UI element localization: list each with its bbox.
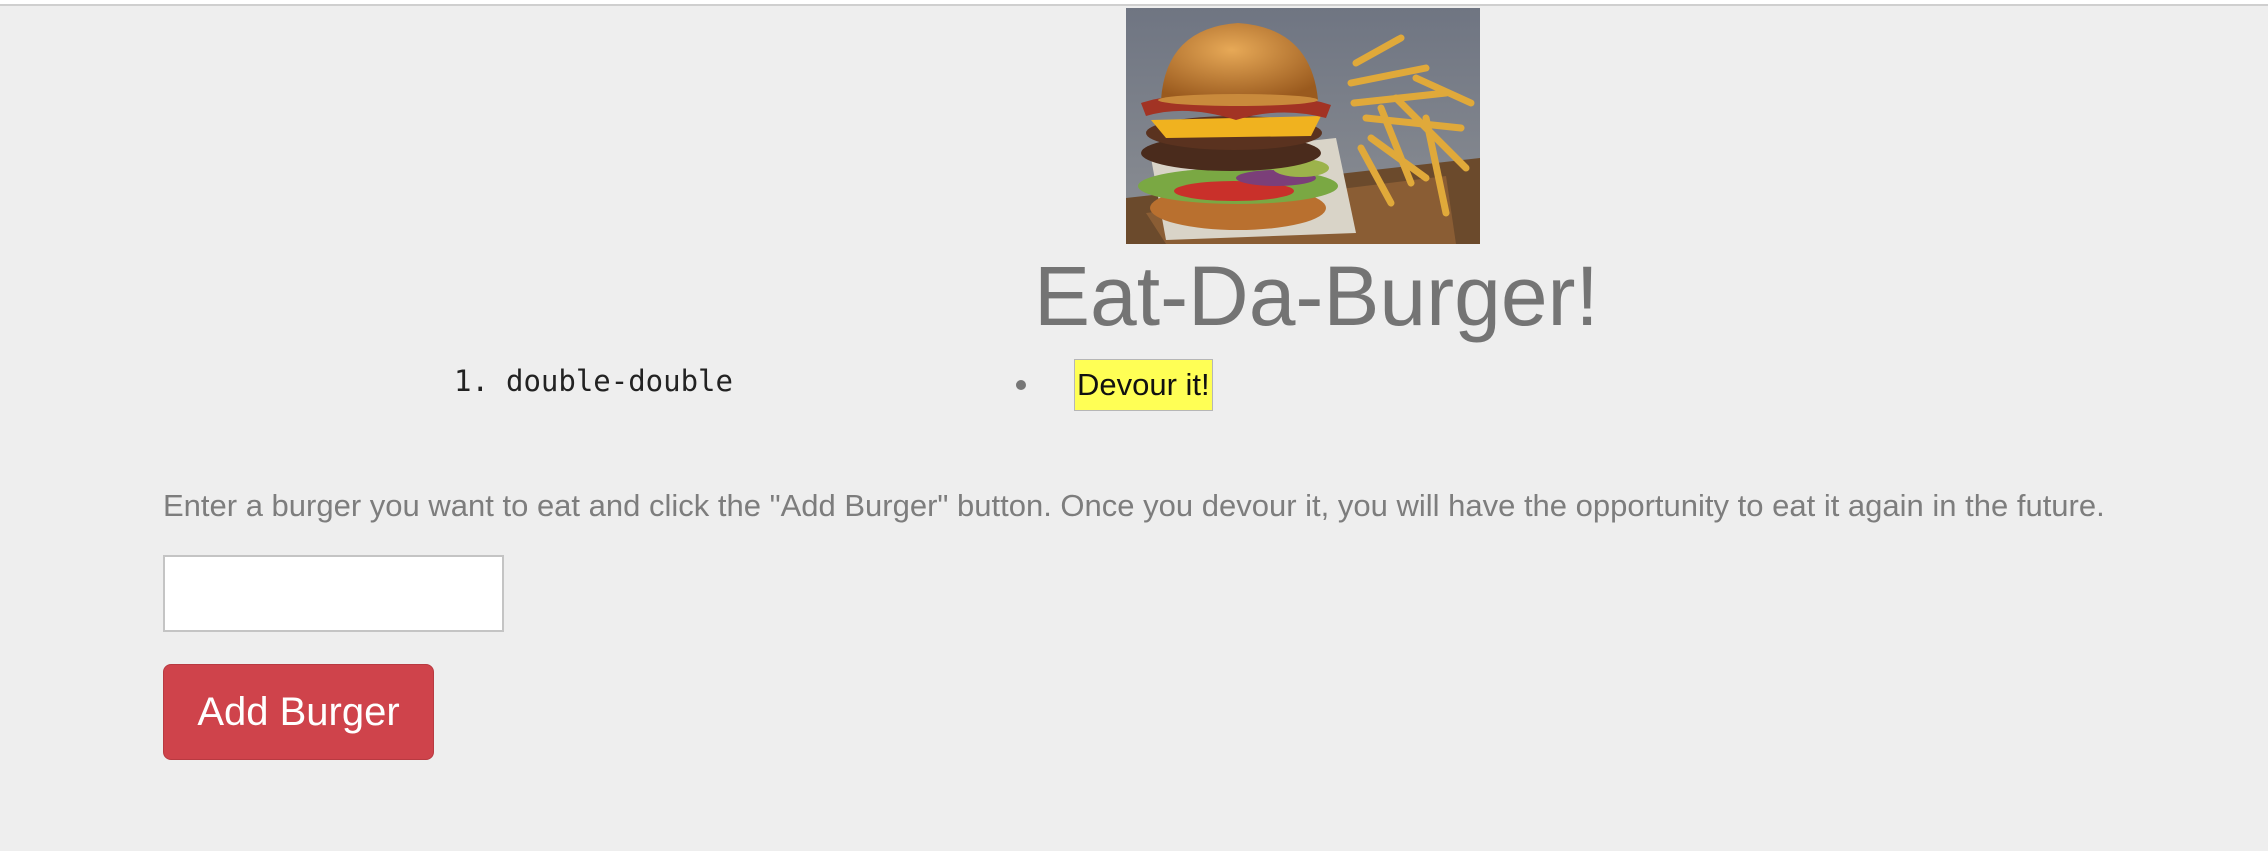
instructions-text: Enter a burger you want to eat and click… <box>163 488 2105 523</box>
page: Eat-Da-Burger! 1. double-double Devour i… <box>0 4 2268 851</box>
burger-input[interactable] <box>163 555 504 632</box>
burger-image <box>1126 8 1480 244</box>
bullet-icon <box>1016 380 1026 390</box>
burger-name: double-double <box>506 364 733 398</box>
devour-button[interactable]: Devour it! <box>1074 359 1213 411</box>
list-item-number: 1. <box>454 364 489 398</box>
list-item: Devour it! <box>1016 359 1213 411</box>
devour-list: Devour it! <box>1016 359 1213 411</box>
burger-list: 1. double-double <box>454 361 733 401</box>
add-burger-button[interactable]: Add Burger <box>163 664 434 760</box>
list-item: 1. double-double <box>454 361 733 401</box>
page-title: Eat-Da-Burger! <box>1034 249 1599 343</box>
